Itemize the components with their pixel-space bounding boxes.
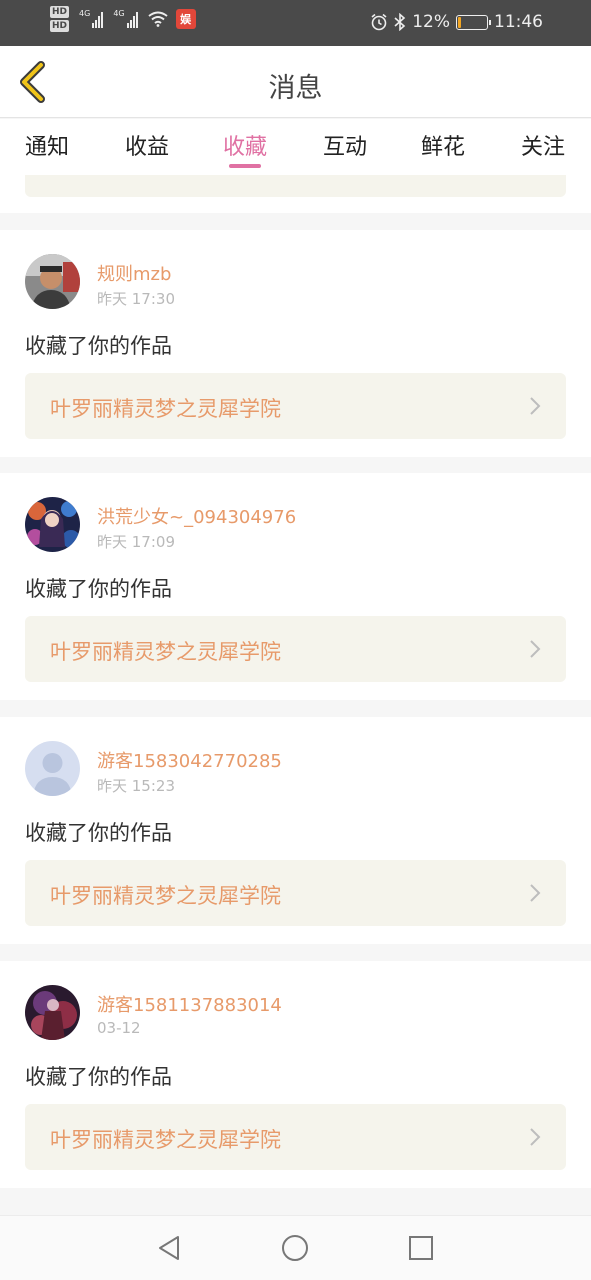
- timestamp: 昨天 15:23: [97, 777, 175, 795]
- page-title: 消息: [268, 73, 323, 104]
- recents-square-icon: [409, 1236, 433, 1260]
- timestamp: 昨天 17:09: [97, 533, 175, 551]
- list-item: 游客1583042770285 昨天 15:23 收藏了你的作品 叶罗丽精灵梦之…: [0, 717, 591, 944]
- message-list[interactable]: 规则mzb 昨天 17:30 收藏了你的作品 叶罗丽精灵梦之灵犀学院 洪荒少女~…: [0, 175, 591, 1215]
- alarm-icon: [371, 13, 387, 31]
- nav-back-button[interactable]: [154, 1233, 184, 1263]
- back-triangle-icon: [159, 1236, 179, 1260]
- wifi-icon: [147, 11, 168, 27]
- username[interactable]: 游客1583042770285: [97, 747, 282, 773]
- user-avatar-image: [25, 254, 80, 309]
- tab-earnings[interactable]: 收益: [112, 129, 182, 161]
- battery-percent: 12%: [412, 12, 450, 32]
- network-label: 4G: [113, 9, 125, 18]
- username[interactable]: 洪荒少女~_094304976: [97, 503, 296, 529]
- work-link[interactable]: 叶罗丽精灵梦之灵犀学院: [25, 1104, 566, 1170]
- hd-badge: HD: [50, 20, 70, 32]
- user-avatar-image: [25, 985, 80, 1040]
- chevron-right-icon: [530, 640, 541, 658]
- list-item: 洪荒少女~_094304976 昨天 17:09 收藏了你的作品 叶罗丽精灵梦之…: [0, 473, 591, 700]
- tab-interactions[interactable]: 互动: [310, 129, 380, 161]
- work-title: 叶罗丽精灵梦之灵犀学院: [50, 884, 281, 908]
- status-left: HD HD 4G 4G 娱: [50, 6, 196, 32]
- work-link[interactable]: 叶罗丽精灵梦之灵犀学院: [25, 860, 566, 926]
- avatar[interactable]: [25, 741, 80, 796]
- nav-recents-button[interactable]: [406, 1233, 436, 1263]
- timestamp: 昨天 17:30: [97, 290, 175, 308]
- clock: 11:46: [494, 12, 543, 32]
- default-avatar-icon: [25, 741, 80, 796]
- work-link-partial[interactable]: [25, 175, 566, 197]
- status-right: 12% 11:46: [370, 12, 543, 32]
- signal-icon: 4G: [79, 9, 104, 28]
- header: 消息: [0, 46, 591, 118]
- list-item: 规则mzb 昨天 17:30 收藏了你的作品 叶罗丽精灵梦之灵犀学院: [0, 230, 591, 457]
- system-nav-bar: [0, 1215, 591, 1280]
- action-text: 收藏了你的作品: [25, 1065, 172, 1089]
- user-avatar-image: [25, 497, 80, 552]
- app-notification-icon: 娱: [175, 9, 196, 29]
- tab-notifications[interactable]: 通知: [12, 129, 82, 161]
- status-bar: HD HD 4G 4G 娱 12% 11:46: [0, 0, 591, 46]
- avatar[interactable]: [25, 985, 80, 1040]
- hd-badge: HD: [50, 6, 70, 18]
- username[interactable]: 游客1581137883014: [97, 991, 282, 1017]
- tab-follows[interactable]: 关注: [508, 129, 578, 161]
- avatar[interactable]: [25, 497, 80, 552]
- tab-bar: 通知 收益 收藏 互动 鲜花 关注: [0, 119, 591, 175]
- chevron-right-icon: [530, 1128, 541, 1146]
- action-text: 收藏了你的作品: [25, 577, 172, 601]
- action-text: 收藏了你的作品: [25, 334, 172, 358]
- hd-badges: HD HD: [50, 6, 70, 32]
- network-label: 4G: [79, 9, 91, 18]
- battery-icon: [456, 14, 491, 30]
- avatar[interactable]: [25, 254, 80, 309]
- list-item-partial: [0, 175, 591, 213]
- work-title: 叶罗丽精灵梦之灵犀学院: [50, 640, 281, 664]
- chevron-right-icon: [530, 884, 541, 902]
- timestamp: 03-12: [97, 1019, 141, 1037]
- chevron-right-icon: [530, 397, 541, 415]
- action-text: 收藏了你的作品: [25, 821, 172, 845]
- list-item: 游客1581137883014 03-12 收藏了你的作品 叶罗丽精灵梦之灵犀学…: [0, 961, 591, 1188]
- active-tab-indicator: [229, 164, 261, 168]
- bluetooth-icon: [394, 13, 406, 31]
- work-link[interactable]: 叶罗丽精灵梦之灵犀学院: [25, 373, 566, 439]
- work-link[interactable]: 叶罗丽精灵梦之灵犀学院: [25, 616, 566, 682]
- work-title: 叶罗丽精灵梦之灵犀学院: [50, 397, 281, 421]
- work-title: 叶罗丽精灵梦之灵犀学院: [50, 1128, 281, 1152]
- battery-fill: [458, 16, 462, 28]
- signal-icon: 4G: [113, 9, 138, 28]
- tab-flowers[interactable]: 鲜花: [408, 129, 478, 161]
- tab-favorites[interactable]: 收藏: [210, 129, 280, 161]
- nav-home-button[interactable]: [280, 1233, 310, 1263]
- home-circle-icon: [282, 1235, 308, 1261]
- username[interactable]: 规则mzb: [97, 260, 171, 286]
